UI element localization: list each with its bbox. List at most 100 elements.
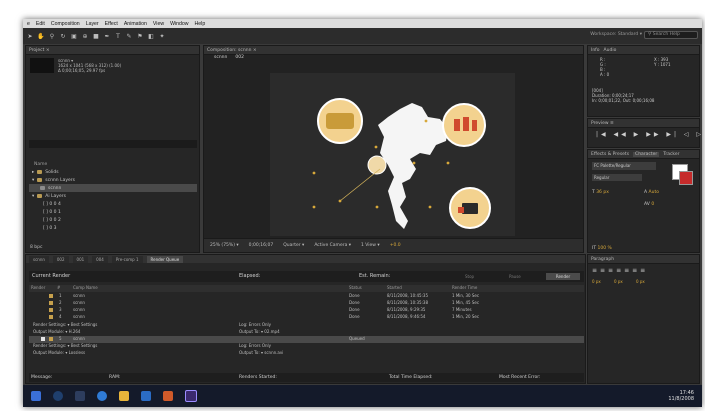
current-time-display[interactable]: 0;00;16;07 bbox=[249, 243, 274, 248]
windows-start-icon[interactable] bbox=[31, 391, 41, 401]
tab-002[interactable]: 002 bbox=[235, 55, 244, 62]
after-effects-icon[interactable] bbox=[185, 390, 197, 402]
zoom-tool-icon[interactable]: ⚲ bbox=[48, 32, 56, 40]
search-taskbar-icon[interactable] bbox=[53, 391, 63, 401]
tab-timeline-004[interactable]: 004 bbox=[92, 255, 108, 263]
tab-project[interactable]: Project × bbox=[29, 48, 50, 53]
tab-composition[interactable]: Composition: scnnn × bbox=[207, 48, 257, 53]
rectangle-tool-icon[interactable]: ■ bbox=[92, 32, 100, 40]
menu-item-help[interactable]: Help bbox=[195, 21, 206, 27]
menu-item-composition[interactable]: Composition bbox=[51, 21, 80, 27]
output-module-dropdown[interactable]: Output Module: ▾ Lossless bbox=[33, 350, 85, 355]
camera-dropdown[interactable]: Active Camera ▾ bbox=[314, 243, 351, 248]
output-to-dropdown[interactable]: Output To: ▾ 02.mp4 bbox=[239, 329, 280, 334]
tab-timeline-001[interactable]: 001 bbox=[72, 255, 89, 263]
tab-info[interactable]: Info bbox=[591, 48, 600, 53]
file-explorer-icon[interactable] bbox=[119, 391, 129, 401]
tab-tracker[interactable]: Tracker bbox=[663, 152, 679, 157]
font-family-dropdown[interactable]: FC Palette/Regular bbox=[592, 162, 656, 170]
project-column-name[interactable]: Name bbox=[34, 162, 47, 167]
list-item[interactable]: [ ] 0 3 bbox=[29, 224, 197, 232]
vertical-scale-value[interactable]: 100 % bbox=[598, 246, 612, 251]
tab-scnnn[interactable]: scnnn bbox=[214, 55, 227, 62]
list-item[interactable]: [ ] 0 0 1 bbox=[29, 208, 197, 216]
font-style-dropdown[interactable]: Regular bbox=[592, 174, 642, 181]
indent-left[interactable]: 0 px bbox=[592, 279, 601, 284]
render-settings-dropdown[interactable]: Render Settings: ▾ Best Settings bbox=[33, 343, 97, 348]
col-render[interactable]: Render bbox=[31, 285, 45, 290]
menu-item-edit[interactable]: Edit bbox=[36, 21, 45, 27]
resolution-dropdown[interactable]: Quarter ▾ bbox=[283, 243, 304, 248]
pan-behind-tool-icon[interactable]: ⊕ bbox=[81, 32, 89, 40]
pause-button[interactable]: Pause bbox=[509, 274, 521, 279]
col-render-time[interactable]: Render Time bbox=[452, 285, 477, 290]
output-to-dropdown[interactable]: Output To: ▾ scnnn.avi bbox=[239, 350, 283, 355]
puppet-tool-icon[interactable]: ✦ bbox=[158, 32, 166, 40]
menu-item-window[interactable]: Window bbox=[170, 21, 188, 27]
alignment-buttons[interactable]: ≡≡≡≡≡≡≡ bbox=[592, 267, 648, 274]
log-dropdown[interactable]: Log: Errors Only bbox=[239, 343, 271, 348]
tab-timeline-precomp[interactable]: Pre-comp 1 bbox=[111, 255, 143, 263]
menu-item-file[interactable]: e bbox=[27, 21, 30, 27]
magnification-dropdown[interactable]: 25% (75%) ▾ bbox=[210, 243, 239, 248]
edge-browser-icon[interactable] bbox=[97, 391, 107, 401]
selection-tool-icon[interactable]: ➤ bbox=[26, 32, 34, 40]
indent-right[interactable]: 0 px bbox=[614, 279, 623, 284]
eraser-tool-icon[interactable]: ◧ bbox=[147, 32, 155, 40]
stamp-tool-icon[interactable]: ⚑ bbox=[136, 32, 144, 40]
table-row[interactable]: 3 scnnn Done 8/11/2008, 9:29:35 7 Minute… bbox=[29, 307, 584, 314]
triangle-icon[interactable]: ▾ bbox=[32, 178, 34, 183]
tab-render-queue[interactable]: Render Queue bbox=[146, 255, 184, 263]
stop-button[interactable]: Stop bbox=[465, 274, 474, 279]
col-comp-name[interactable]: Comp Name bbox=[73, 285, 98, 290]
list-item[interactable]: [ ] 0 0 4 bbox=[29, 200, 197, 208]
render-button[interactable]: Render bbox=[546, 273, 580, 280]
project-search-field[interactable] bbox=[29, 140, 197, 148]
list-item[interactable]: [ ] 0 0 2 bbox=[29, 216, 197, 224]
search-help-input[interactable]: ⚲ Search Help bbox=[644, 31, 698, 39]
tab-audio[interactable]: Audio bbox=[604, 48, 617, 53]
tab-character[interactable]: Character bbox=[633, 151, 660, 157]
hand-tool-icon[interactable]: ✋ bbox=[37, 32, 45, 40]
table-row[interactable]: 1 scnnn Done 8/11/2008, 10:45:35 1 Min, … bbox=[29, 293, 584, 300]
tab-timeline-002[interactable]: 002 bbox=[52, 255, 69, 263]
stroke-color-swatch[interactable] bbox=[679, 171, 693, 185]
brush-tool-icon[interactable]: ✎ bbox=[125, 32, 133, 40]
exposure-value[interactable]: +0.0 bbox=[390, 243, 401, 248]
view-layout-dropdown[interactable]: 1 View ▾ bbox=[361, 243, 380, 248]
rotate-tool-icon[interactable]: ↻ bbox=[59, 32, 67, 40]
text-tool-icon[interactable]: T bbox=[114, 32, 122, 40]
tracking-value[interactable]: 0 bbox=[651, 202, 654, 207]
render-settings-dropdown[interactable]: Render Settings: ▾ Best Settings bbox=[33, 322, 97, 327]
comp-canvas[interactable] bbox=[270, 73, 515, 236]
tab-preview[interactable]: Preview ≡ bbox=[591, 121, 614, 126]
tab-paragraph[interactable]: Paragraph bbox=[591, 257, 614, 262]
menu-item-animation[interactable]: Animation bbox=[124, 21, 147, 27]
triangle-icon[interactable]: ▾ bbox=[32, 194, 34, 199]
illustrator-icon[interactable] bbox=[163, 391, 173, 401]
col-number[interactable]: # bbox=[57, 285, 60, 290]
table-row[interactable]: 4 scnnn Done 8/11/2008, 9:46:54 1 Min, 2… bbox=[29, 314, 584, 321]
bit-depth[interactable]: 8 bpc bbox=[30, 245, 42, 250]
triangle-icon[interactable]: ▸ bbox=[32, 170, 34, 175]
tab-timeline-scnnn[interactable]: scnnn bbox=[29, 255, 49, 263]
system-clock[interactable]: 17:46 11/8/2008 bbox=[668, 390, 694, 402]
font-size-value[interactable]: 36 px bbox=[596, 190, 609, 195]
camera-tool-icon[interactable]: ▣ bbox=[70, 32, 78, 40]
list-item[interactable]: scnnn bbox=[29, 184, 197, 192]
indent-first[interactable]: 0 px bbox=[636, 279, 645, 284]
menu-item-layer[interactable]: Layer bbox=[86, 21, 99, 27]
list-item[interactable]: ▸ Solids bbox=[29, 168, 197, 176]
list-item[interactable]: ▾ Ai Layers bbox=[29, 192, 197, 200]
col-status[interactable]: Status bbox=[349, 285, 362, 290]
word-icon[interactable] bbox=[141, 391, 151, 401]
table-row-selected[interactable]: 5 scnnn Queued bbox=[29, 336, 584, 343]
table-row[interactable]: 2 scnnn Done 8/11/2008, 10:35:38 1 Min, … bbox=[29, 300, 584, 307]
menu-item-view[interactable]: View bbox=[153, 21, 164, 27]
leading-value[interactable]: Auto bbox=[649, 190, 659, 195]
pen-tool-icon[interactable]: ✒ bbox=[103, 32, 111, 40]
playback-controls[interactable]: |◀ ◀◀ ▶ ▶▶ ▶| ◁ ▷ bbox=[596, 131, 702, 138]
col-started[interactable]: Started bbox=[387, 285, 402, 290]
list-item[interactable]: ▾ scnnn Layers bbox=[29, 176, 197, 184]
output-module-dropdown[interactable]: Output Module: ▾ H.264 bbox=[33, 329, 80, 334]
